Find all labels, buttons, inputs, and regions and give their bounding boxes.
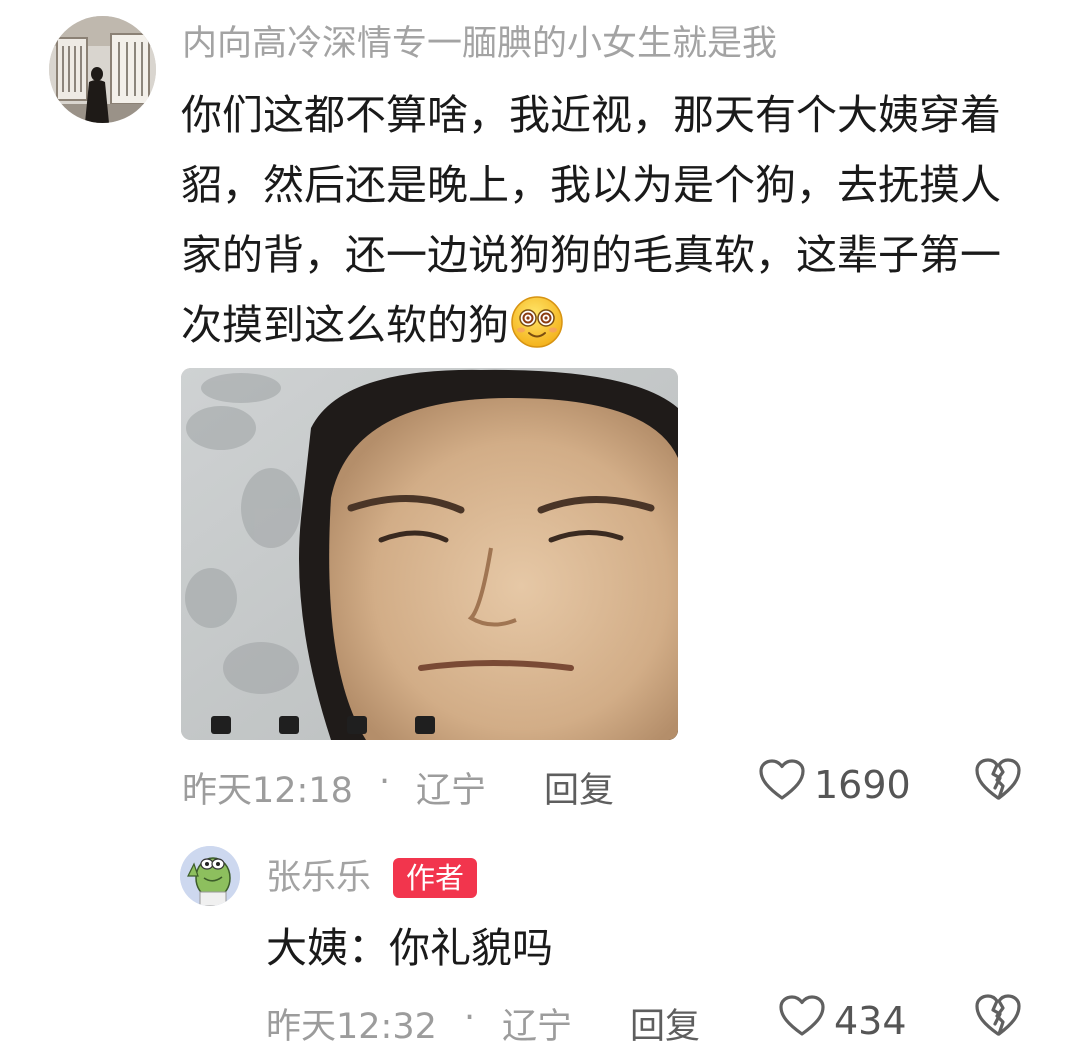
- comment-username[interactable]: 内向高冷深情专一腼腆的小女生就是我: [182, 22, 777, 66]
- like-button[interactable]: 1690: [758, 758, 911, 811]
- reply-button[interactable]: 回复: [544, 762, 614, 813]
- meta-separator: ·: [379, 762, 391, 802]
- broken-heart-icon[interactable]: [974, 992, 1022, 1047]
- broken-heart-icon[interactable]: [974, 756, 1022, 811]
- reply-text: 大姨：你礼貌吗: [266, 924, 553, 972]
- comment-text: 你们这都不算啥，我近视，那天有个大姨穿着貂，然后还是晚上，我以为是个狗，去抚摸人…: [181, 80, 1011, 360]
- meta-separator: ·: [464, 998, 476, 1038]
- reply-meta: 昨天12:32 · 辽宁 回复 434: [266, 994, 1026, 1047]
- reply-username[interactable]: 张乐乐: [266, 856, 371, 900]
- comment-text-body: 你们这都不算啥，我近视，那天有个大姨穿着貂，然后还是晚上，我以为是个狗，去抚摸人…: [181, 91, 1001, 349]
- meme-image[interactable]: [181, 368, 678, 740]
- heart-outline-icon: [758, 758, 806, 811]
- comment-meta: 昨天12:18 · 辽宁 回复 1690: [182, 758, 1022, 811]
- heart-outline-icon: [778, 994, 826, 1047]
- like-button[interactable]: 434: [778, 994, 907, 1047]
- reply-time: 昨天12:32: [266, 1007, 437, 1047]
- avatar[interactable]: [180, 846, 240, 906]
- comment-time: 昨天12:18: [182, 771, 353, 811]
- dizzy-eyes-smile-emoji: [509, 293, 565, 349]
- comment-location: 辽宁: [416, 771, 487, 811]
- reply-button[interactable]: 回复: [630, 998, 700, 1049]
- like-count: 434: [834, 998, 907, 1043]
- author-badge: 作者: [393, 858, 477, 898]
- avatar[interactable]: [49, 16, 156, 123]
- like-count: 1690: [814, 762, 911, 807]
- reply-location: 辽宁: [502, 1007, 573, 1047]
